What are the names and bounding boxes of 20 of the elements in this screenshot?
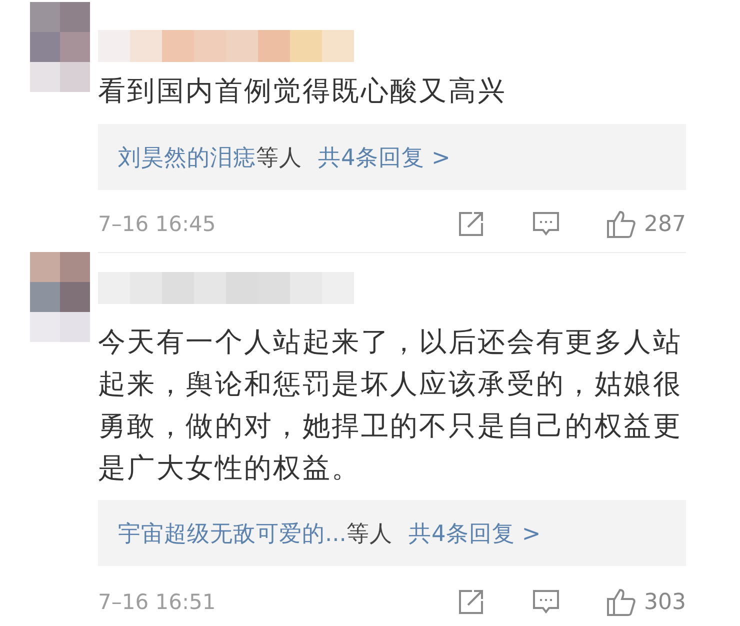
reply-count-link[interactable]: 共4条回复 > <box>408 518 541 548</box>
like-count: 303 <box>644 590 686 614</box>
comment-text: 今天有一个人站起来了，以后还会有更多人站起来，舆论和惩罚是坏人应该承受的，姑娘很勇敢，做的对，她捍卫的不只是自己的权益更是广大女性的权益。 <box>98 325 683 486</box>
reply-others-text: 等人 <box>256 144 302 172</box>
like-count: 287 <box>644 212 686 236</box>
comment-text: 看到国内首例觉得既心酸又高兴 <box>98 74 508 109</box>
like-icon[interactable] <box>606 587 636 617</box>
reply-others-text: 等人 <box>346 520 392 548</box>
replies-panel[interactable]: 宇宙超级无敌可爱的...等人 共4条回复 > <box>98 500 686 566</box>
reply-names-link[interactable]: 宇宙超级无敌可爱的... <box>118 518 346 548</box>
reply-count-link[interactable]: 共4条回复 > <box>318 142 450 172</box>
comment-icon[interactable] <box>532 210 560 238</box>
reply-names-link[interactable]: 刘昊然的泪痣 <box>118 142 256 172</box>
comment-icon[interactable] <box>532 588 560 616</box>
replies-panel[interactable]: 刘昊然的泪痣等人 共4条回复 > <box>98 124 686 190</box>
timestamp: 7–16 16:45 <box>98 212 217 236</box>
share-icon[interactable] <box>458 211 484 237</box>
share-icon[interactable] <box>458 589 484 615</box>
like-icon[interactable] <box>606 209 636 239</box>
timestamp: 7–16 16:51 <box>98 590 217 614</box>
